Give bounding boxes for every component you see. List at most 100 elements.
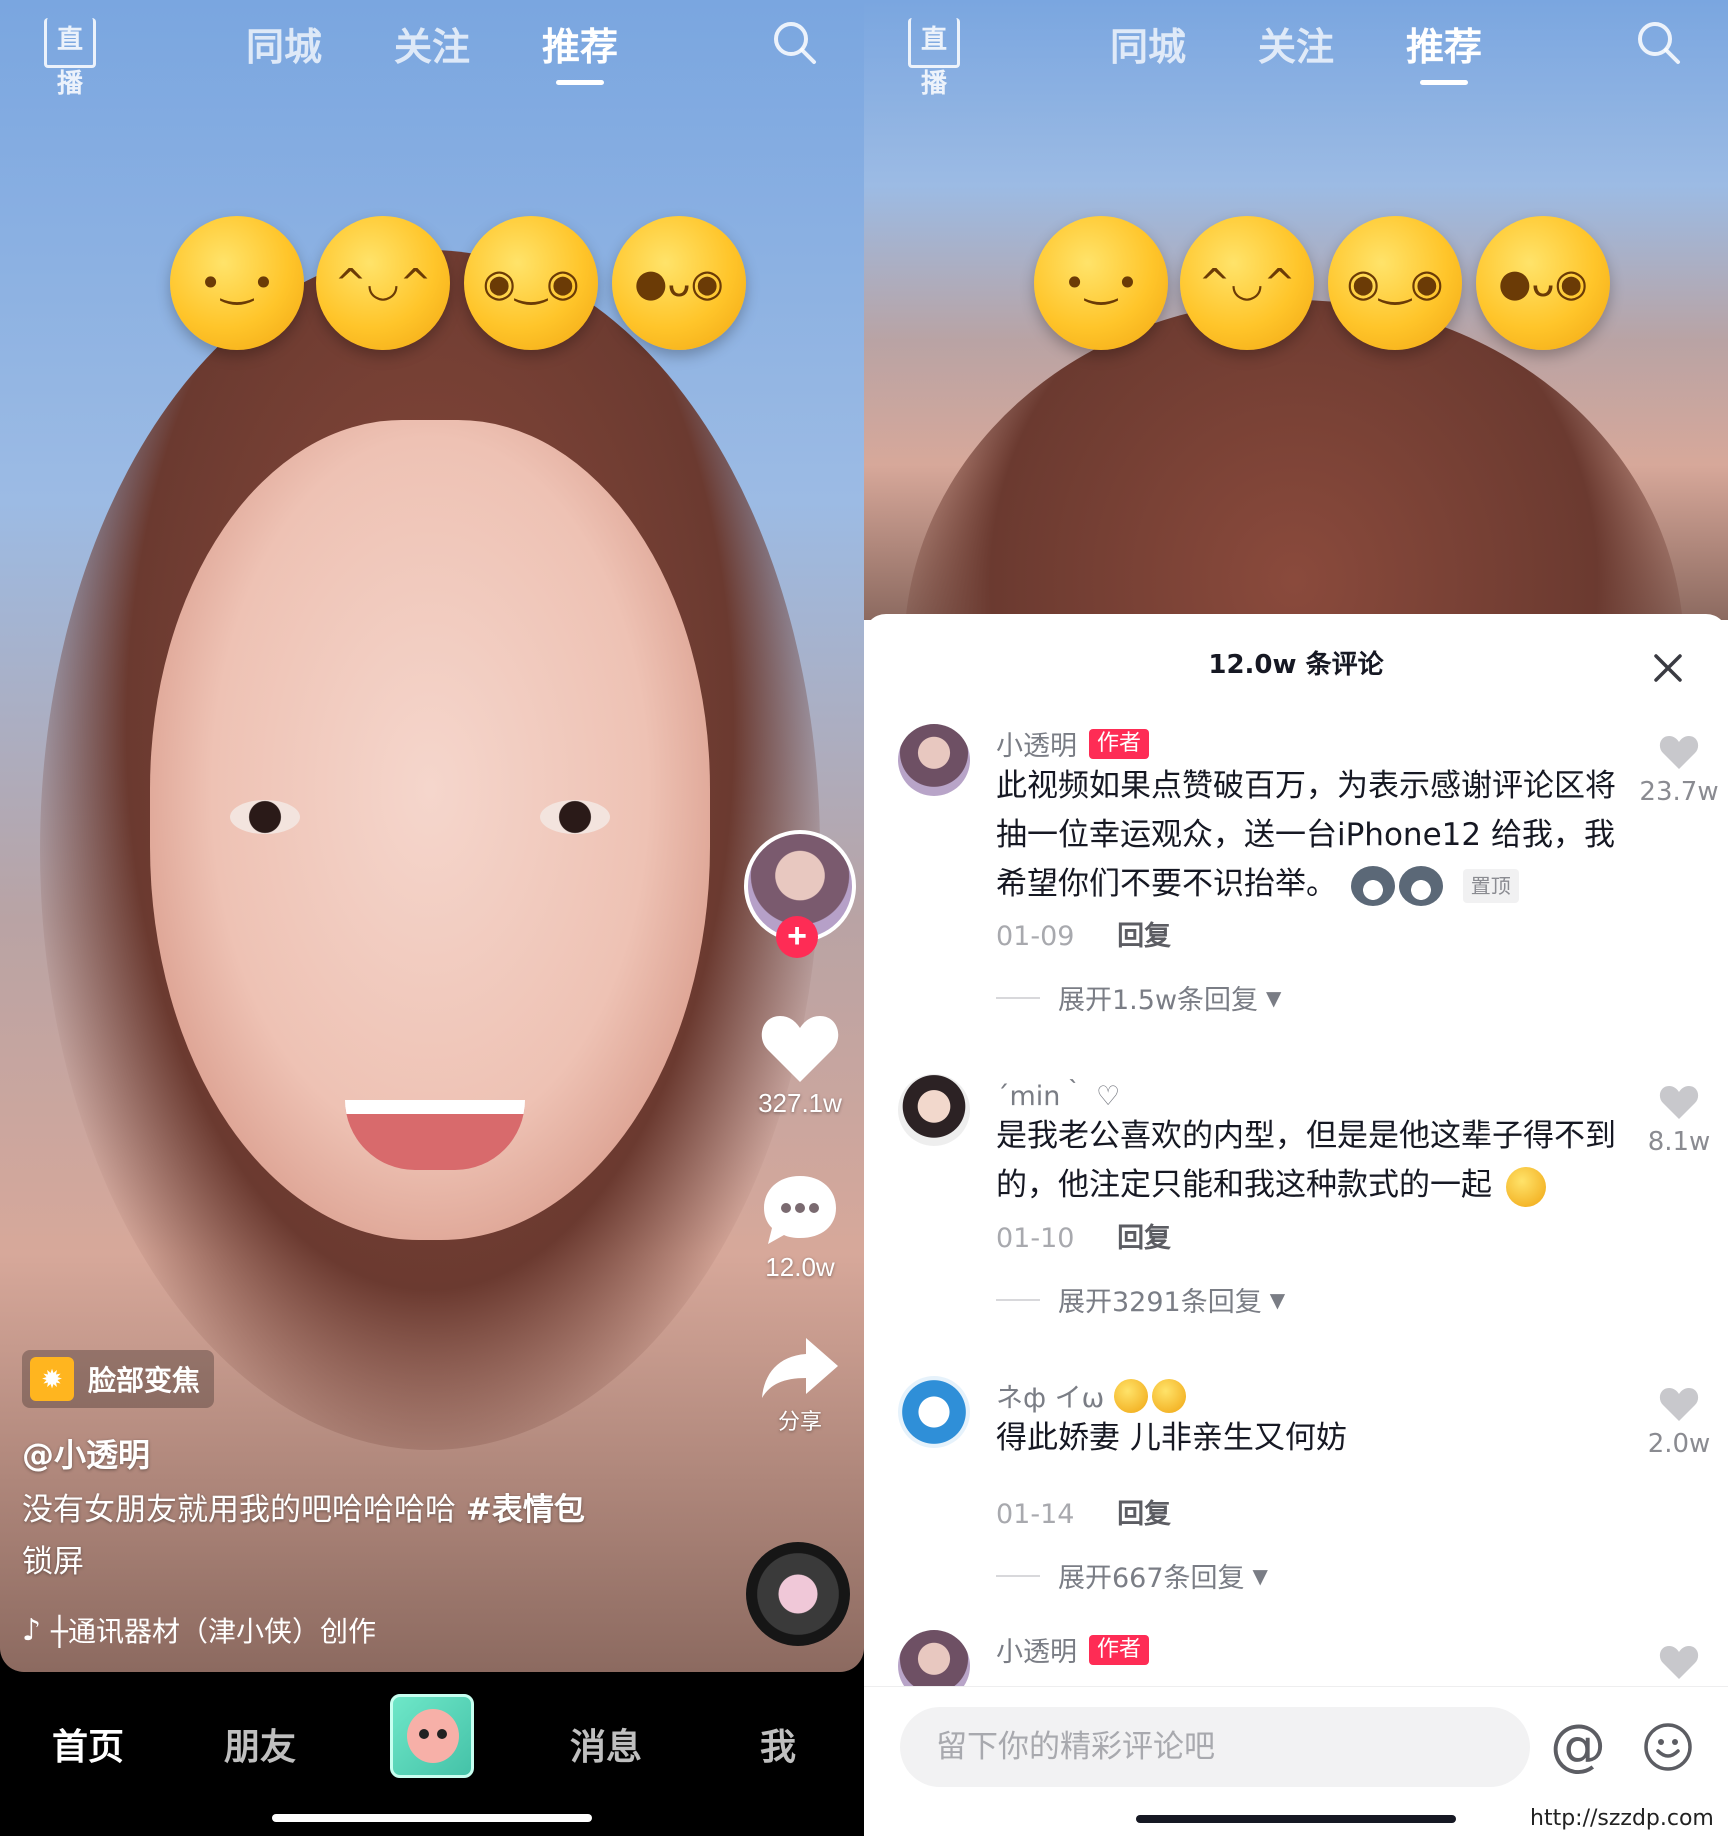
top-nav: 直播 同城 关注 推荐 bbox=[864, 0, 1728, 99]
music-disc[interactable] bbox=[746, 1542, 850, 1646]
reply-button[interactable]: 回复 bbox=[1117, 1499, 1171, 1530]
camera-face-eye-left bbox=[419, 1729, 429, 1739]
reply-button[interactable]: 回复 bbox=[1117, 921, 1171, 952]
live-icon[interactable]: 直播 bbox=[44, 18, 96, 99]
comment-icon bbox=[764, 1176, 836, 1244]
search-icon[interactable] bbox=[770, 18, 818, 66]
grin-emoji: ^◡^ bbox=[1180, 216, 1314, 350]
close-icon[interactable] bbox=[1650, 650, 1686, 686]
tab-me[interactable]: 我 bbox=[760, 1718, 796, 1770]
comment-button[interactable]: 12.0w bbox=[744, 1172, 856, 1283]
comment-date: 01-09 bbox=[996, 921, 1075, 952]
top-nav: 直播 同城 关注 推荐 bbox=[0, 0, 864, 99]
author-badge: 作者 bbox=[1089, 728, 1150, 759]
comment-meta: 01-10 回复 bbox=[996, 1216, 1171, 1255]
tab-following[interactable]: 关注 bbox=[394, 16, 470, 71]
divider-dash bbox=[996, 996, 1040, 999]
like-button[interactable]: 327.1w bbox=[744, 1012, 856, 1119]
video-eye-right bbox=[540, 800, 610, 834]
commenter-name[interactable]: ´min｀ ♡ bbox=[996, 1074, 1120, 1113]
heart-icon bbox=[761, 1016, 839, 1082]
comment-like-button[interactable]: 8.1w bbox=[1634, 1084, 1724, 1157]
bottom-tab-bar: 首页 朋友 消息 我 bbox=[0, 1672, 864, 1836]
comment-like-button[interactable]: 2.0w bbox=[1634, 1386, 1724, 1459]
share-button[interactable]: 分享 bbox=[744, 1336, 856, 1436]
grin-emoji: ^◡^ bbox=[316, 216, 450, 350]
divider-dash bbox=[996, 1298, 1040, 1301]
commenter-name-text: 小透明 bbox=[996, 731, 1077, 762]
expand-replies[interactable]: 展开3291条回复 ▼ bbox=[996, 1280, 1285, 1319]
effect-chip[interactable]: ✹ 脸部变焦 bbox=[22, 1350, 215, 1408]
live-icon[interactable]: 直播 bbox=[908, 18, 960, 99]
comment-text[interactable]: 此视频如果点赞破百万，为表示感谢评论区将抽一位幸运观众，送一台iPhone12 … bbox=[996, 762, 1626, 909]
author-badge: 作者 bbox=[1089, 1634, 1150, 1665]
comment-like-button[interactable] bbox=[1634, 1644, 1724, 1685]
comment-text[interactable]: 是我老公喜欢的内型，但是是他这辈子得不到的，他注定只能和我这种款式的一起 bbox=[996, 1112, 1626, 1210]
like-count: 327.1w bbox=[758, 1088, 842, 1118]
caret-down-icon: ▼ bbox=[1266, 985, 1282, 1010]
comment-date: 01-14 bbox=[996, 1499, 1075, 1530]
author-name[interactable]: @小透明 bbox=[22, 1430, 150, 1476]
tab-following[interactable]: 关注 bbox=[1258, 16, 1334, 71]
expand-replies[interactable]: 展开667条回复 ▼ bbox=[996, 1556, 1268, 1595]
reply-button[interactable]: 回复 bbox=[1117, 1223, 1171, 1254]
tab-messages[interactable]: 消息 bbox=[570, 1718, 642, 1770]
expand-replies[interactable]: 展开1.5w条回复 ▼ bbox=[996, 978, 1281, 1017]
commenter-name[interactable]: 小透明 作者 bbox=[996, 1630, 1150, 1669]
share-arrow-icon bbox=[762, 1338, 838, 1398]
commenter-avatar[interactable] bbox=[898, 724, 970, 796]
tab-nearby[interactable]: 同城 bbox=[246, 16, 322, 71]
watermark-text: http://szzdp.com bbox=[1530, 1806, 1714, 1831]
comments-sheet: 12.0w 条评论 小透明 作者 此视频如果点赞破百万，为表示感谢评论区将抽一位… bbox=[864, 614, 1728, 1836]
home-indicator[interactable] bbox=[1136, 1815, 1456, 1823]
video-eye-left bbox=[230, 800, 300, 834]
camera-face-eye-right bbox=[437, 1729, 447, 1739]
zany-emoji: ●ᴗ◉ bbox=[612, 216, 746, 350]
tab-nearby[interactable]: 同城 bbox=[1110, 16, 1186, 71]
search-icon[interactable] bbox=[1634, 18, 1682, 66]
heart-outline-icon bbox=[1659, 1646, 1699, 1679]
music-note-icon: ♪ bbox=[22, 1612, 42, 1648]
comment-date: 01-10 bbox=[996, 1223, 1075, 1254]
tab-recommended[interactable]: 推荐 bbox=[1406, 16, 1482, 85]
commenter-avatar[interactable] bbox=[898, 1376, 970, 1448]
comments-title: 12.0w 条评论 bbox=[1208, 650, 1384, 680]
comment-meta: 01-14 回复 bbox=[996, 1492, 1171, 1531]
expand-replies-label: 展开1.5w条回复 bbox=[1058, 985, 1259, 1016]
effect-label: 脸部变焦 bbox=[88, 1364, 201, 1397]
tab-home[interactable]: 首页 bbox=[52, 1718, 124, 1770]
commenter-avatar[interactable] bbox=[898, 1074, 970, 1146]
commenter-avatar[interactable] bbox=[898, 1630, 970, 1686]
comment-input[interactable] bbox=[900, 1707, 1530, 1787]
caret-down-icon: ▼ bbox=[1269, 1287, 1286, 1312]
comment-meta: 01-09 回复 bbox=[996, 914, 1171, 953]
smirk-emoji: •‿• bbox=[1034, 216, 1168, 350]
emoji-picker-icon[interactable] bbox=[1642, 1721, 1694, 1773]
video-caption: 没有女朋友就用我的吧哈哈哈哈 #表情包 锁屏 bbox=[22, 1484, 642, 1588]
comment-like-button[interactable]: 23.7w bbox=[1634, 734, 1724, 807]
pleading-emoji: ◉‿◉ bbox=[464, 216, 598, 350]
caret-down-icon: ▼ bbox=[1252, 1563, 1268, 1588]
comment-body: 得此娇妻 儿非亲生又何妨 bbox=[996, 1420, 1347, 1456]
heart-outline-icon bbox=[1659, 736, 1699, 769]
video-feed-screen: •‿• ^◡^ ◉‿◉ ●ᴗ◉ 直播 同城 关注 推荐 + 327.1w 12.… bbox=[0, 0, 864, 1836]
camera-face-icon bbox=[407, 1709, 459, 1763]
commenter-name-text: ネф イω bbox=[996, 1383, 1105, 1414]
home-indicator[interactable] bbox=[272, 1814, 592, 1822]
heart-outline-icon bbox=[1659, 1086, 1699, 1119]
create-button[interactable] bbox=[390, 1694, 474, 1778]
commenter-name[interactable]: 小透明 作者 bbox=[996, 724, 1150, 763]
rofl-emoji bbox=[1505, 1166, 1546, 1207]
tab-friends[interactable]: 朋友 bbox=[224, 1718, 296, 1770]
commenter-name[interactable]: ネф イω bbox=[996, 1376, 1187, 1415]
zany-emoji: ●ᴗ◉ bbox=[1476, 216, 1610, 350]
video-player[interactable]: •‿• ^◡^ ◉‿◉ ●ᴗ◉ bbox=[0, 0, 864, 1672]
music-info[interactable]: ♪ ┼通讯器材（津小侠）创作 bbox=[22, 1610, 376, 1650]
video-player-dimmed[interactable]: •‿• ^◡^ ◉‿◉ ●ᴗ◉ bbox=[864, 0, 1728, 1000]
hashtag-link[interactable]: #表情包 bbox=[466, 1492, 585, 1528]
mention-icon[interactable]: @ bbox=[1550, 1713, 1606, 1778]
tab-recommended[interactable]: 推荐 bbox=[542, 16, 618, 85]
follow-button[interactable]: + bbox=[776, 916, 818, 958]
divider-dash bbox=[996, 1574, 1040, 1577]
comment-text[interactable]: 得此娇妻 儿非亲生又何妨 bbox=[996, 1414, 1626, 1463]
